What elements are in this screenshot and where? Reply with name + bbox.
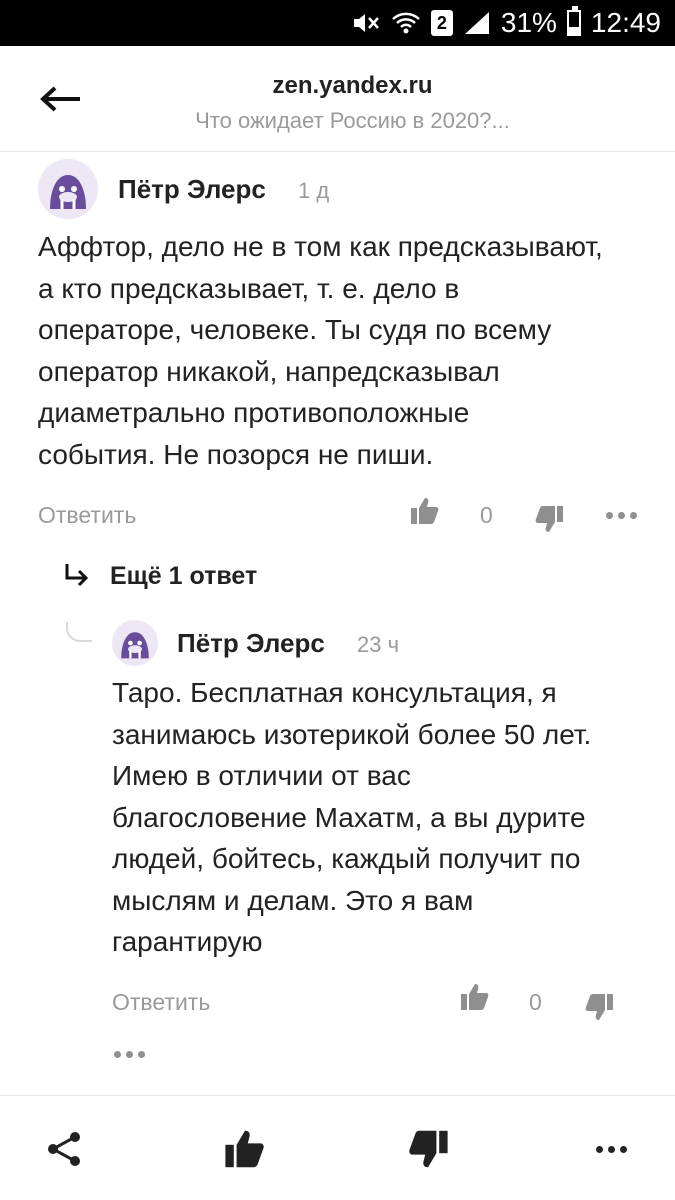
article-title[interactable]: Что ожидает Россию в 2020?... xyxy=(0,108,675,134)
reply-button[interactable]: Ответить xyxy=(38,502,136,529)
comment-text-line: события. Не позорся не пиши. xyxy=(38,438,434,470)
status-icons: 2 31% 12:49 xyxy=(351,0,661,46)
comment-text-line: гарантирую xyxy=(112,926,263,957)
share-button[interactable] xyxy=(36,1121,92,1177)
more-replies-label: Ещё 1 ответ xyxy=(110,561,258,590)
comment-author[interactable]: Пётр Элерс xyxy=(118,174,266,205)
avatar[interactable] xyxy=(112,620,158,666)
comment-text-line: благословение Махатм, а вы дурите xyxy=(112,801,586,833)
more-options-icon[interactable] xyxy=(114,1051,145,1058)
comment-text-line: а кто предсказывает, т. е. дело в xyxy=(38,272,460,304)
battery-percent: 31% xyxy=(500,7,557,38)
comment-text-line: диаметрально противоположные xyxy=(38,397,470,428)
comment-text-line: оператор никакой, напредсказывал xyxy=(38,355,500,387)
reply-button[interactable]: Ответить xyxy=(112,989,210,1016)
like-icon xyxy=(225,1130,264,1168)
dislike-icon xyxy=(409,1130,448,1168)
comment-author[interactable]: Пётр Элерс xyxy=(177,628,325,659)
walrus-avatar-icon xyxy=(50,175,86,209)
comment-text: Аффтор, дело не в том как предсказывают,… xyxy=(38,226,658,475)
comment-text-line: мыслям и делам. Это я вам xyxy=(112,884,474,916)
like-count: 0 xyxy=(480,502,493,528)
site-domain: zen.yandex.ru xyxy=(272,72,433,99)
more-menu-button[interactable] xyxy=(583,1121,639,1177)
status-bar: 2 31% 12:49 xyxy=(0,0,675,46)
page-header: zen.yandex.ru Что ожидает Россию в 2020?… xyxy=(0,46,675,152)
comment-text-line: людей, бойтесь, каждый получит по xyxy=(112,843,581,874)
comment-text-line: операторе, человеке. Ты судя по всему xyxy=(38,314,552,345)
more-options-icon xyxy=(595,1145,627,1153)
comment-text-line: Таро. Бесплатная консультация, я xyxy=(112,677,557,708)
like-count: 0 xyxy=(529,989,542,1015)
comment-text-line: Аффтор, дело не в том как предсказывают, xyxy=(38,231,603,262)
bottom-action-bar xyxy=(0,1095,675,1200)
comment-time: 1 д xyxy=(298,178,330,203)
battery-icon xyxy=(566,6,581,36)
like-button[interactable] xyxy=(217,1121,273,1177)
like-icon[interactable] xyxy=(410,496,440,531)
signal-icon xyxy=(463,10,491,36)
like-icon[interactable] xyxy=(460,982,490,1017)
comment-text-line: занимаюсь изотерикой более 50 лет. xyxy=(112,718,592,750)
more-options-icon[interactable] xyxy=(606,512,637,519)
mute-icon xyxy=(351,10,381,36)
clock: 12:49 xyxy=(590,7,661,38)
comment-text: Таро. Бесплатная консультация, я занимаю… xyxy=(112,672,662,963)
reply-arrow-icon xyxy=(65,564,89,587)
comment-time: 23 ч xyxy=(357,632,400,657)
more-replies-button[interactable]: Ещё 1 ответ xyxy=(62,558,257,594)
dislike-icon[interactable] xyxy=(584,992,614,1027)
walrus-avatar-icon xyxy=(121,632,149,659)
sim-icon: 2 xyxy=(430,10,453,36)
dislike-icon[interactable] xyxy=(534,504,564,539)
thread-connector xyxy=(66,622,92,642)
comment-text-line: Имею в отличии от вас xyxy=(112,760,411,791)
share-icon xyxy=(48,1132,80,1166)
avatar[interactable] xyxy=(38,159,98,219)
dislike-button[interactable] xyxy=(400,1121,456,1177)
wifi-icon xyxy=(391,10,421,36)
